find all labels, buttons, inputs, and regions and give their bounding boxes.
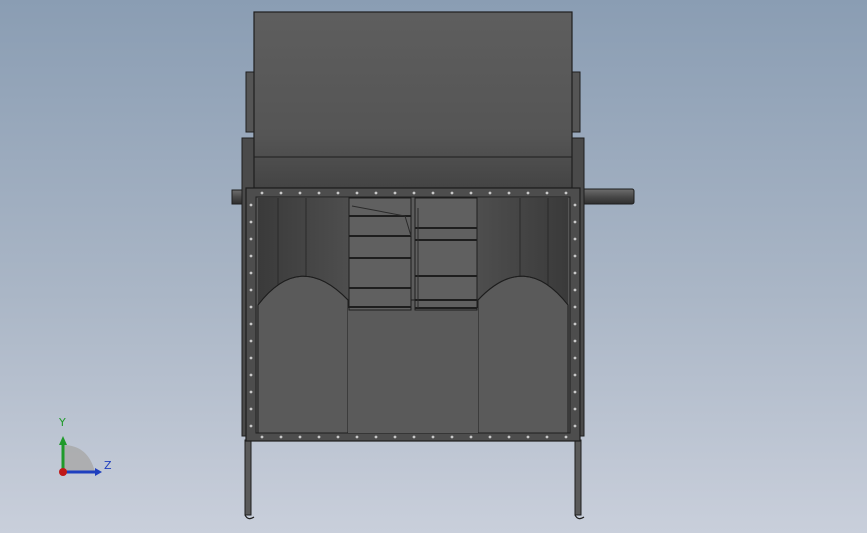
bolt <box>249 237 253 241</box>
bolt <box>431 435 435 439</box>
bolt <box>573 407 577 411</box>
support-legs <box>244 439 585 520</box>
bolt <box>469 191 473 195</box>
bolt <box>564 191 568 195</box>
bolt <box>573 254 577 258</box>
bolt <box>573 203 577 207</box>
bolt <box>336 191 340 195</box>
y-axis-arrowhead <box>59 436 67 445</box>
z-axis-arrowhead <box>95 468 102 476</box>
bolt <box>573 271 577 275</box>
bolt <box>317 191 321 195</box>
bolt <box>412 191 416 195</box>
bolt <box>412 435 416 439</box>
bolt <box>279 191 283 195</box>
bolt <box>374 191 378 195</box>
bolt <box>249 322 253 326</box>
bolt <box>564 435 568 439</box>
bolt <box>298 435 302 439</box>
bolt <box>573 322 577 326</box>
bolt <box>469 435 473 439</box>
bolt <box>249 288 253 292</box>
y-axis-label: Y <box>58 416 66 429</box>
axis-triad[interactable]: Y Z <box>40 405 120 485</box>
bolt <box>507 191 511 195</box>
bolt <box>573 373 577 377</box>
bolt <box>249 220 253 224</box>
bolt <box>260 435 264 439</box>
bolt <box>249 407 253 411</box>
bolt <box>374 435 378 439</box>
bolt <box>488 191 492 195</box>
bolt <box>526 435 530 439</box>
z-axis-label: Z <box>104 459 112 472</box>
bolt <box>573 339 577 343</box>
bolt <box>545 435 549 439</box>
cad-viewport[interactable] <box>0 0 867 533</box>
center-grate-left <box>348 197 412 311</box>
bolt <box>573 237 577 241</box>
bolt <box>249 254 253 258</box>
bolt <box>450 191 454 195</box>
bolt <box>393 191 397 195</box>
bolt <box>573 288 577 292</box>
bolt <box>249 390 253 394</box>
bolt <box>249 373 253 377</box>
bolt <box>545 191 549 195</box>
bolt <box>249 339 253 343</box>
bolt <box>260 191 264 195</box>
bolt <box>431 191 435 195</box>
bolt <box>249 424 253 428</box>
bolt <box>488 435 492 439</box>
bolt <box>249 356 253 360</box>
origin-marker <box>59 468 67 476</box>
bolt <box>336 435 340 439</box>
bolt <box>249 203 253 207</box>
bolt <box>279 435 283 439</box>
bolt <box>298 191 302 195</box>
bolt <box>507 435 511 439</box>
bolt <box>249 271 253 275</box>
bolt <box>573 424 577 428</box>
bolt <box>573 305 577 309</box>
bolt <box>450 435 454 439</box>
inner-cavity <box>257 198 569 434</box>
bolt <box>317 435 321 439</box>
drum-housing[interactable] <box>253 11 573 189</box>
bolt <box>526 191 530 195</box>
bolt <box>249 305 253 309</box>
bolt <box>573 356 577 360</box>
bolt <box>355 191 359 195</box>
bolt <box>573 220 577 224</box>
center-grate-right <box>414 197 478 311</box>
bolt <box>393 435 397 439</box>
bolt <box>573 390 577 394</box>
bolt <box>355 435 359 439</box>
triad-plane-shade <box>63 445 95 472</box>
